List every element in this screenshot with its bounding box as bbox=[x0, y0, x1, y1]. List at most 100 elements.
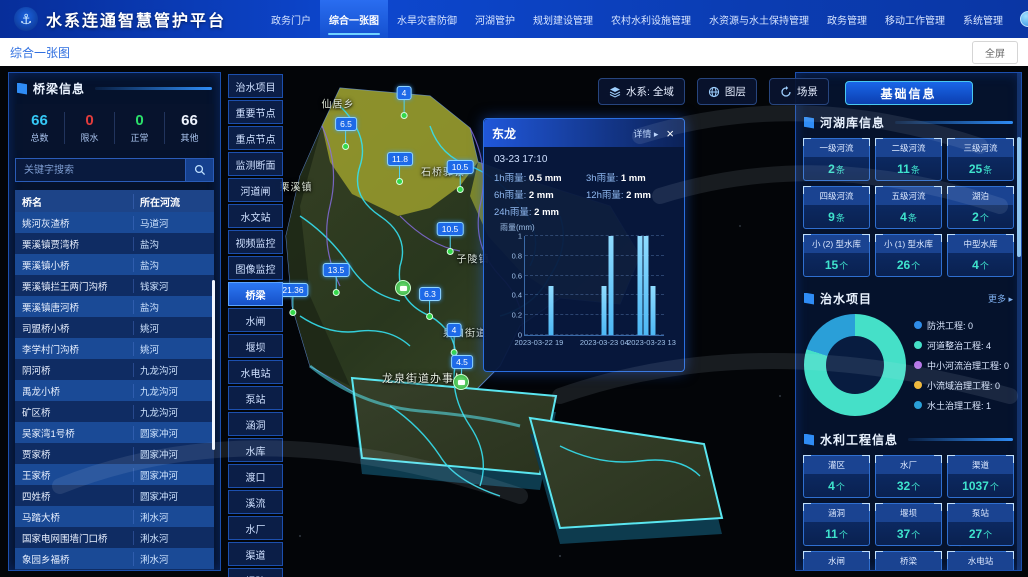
layer-toggle-11[interactable]: 水电站 bbox=[228, 360, 283, 384]
water-level-marker[interactable]: 6.3 bbox=[419, 287, 441, 320]
layer-toggle-18[interactable]: 渠道 bbox=[228, 542, 283, 566]
nav-item-2[interactable]: 水旱灾害防御 bbox=[388, 0, 466, 38]
basic-info-badge[interactable]: 基础信息 bbox=[845, 81, 973, 105]
nav-item-3[interactable]: 河湖管护 bbox=[466, 0, 524, 38]
river-card-四级河流[interactable]: 四级河流9条 bbox=[803, 186, 870, 229]
table-row[interactable]: 吴家湾1号桥圆家冲河 bbox=[15, 422, 214, 443]
facility-card-水闸[interactable]: 水闸47个 bbox=[803, 551, 870, 571]
layer-toggle-10[interactable]: 堰坝 bbox=[228, 334, 283, 358]
projects-more-link[interactable]: 更多 ▸ bbox=[988, 292, 1013, 305]
layer-toggle-5[interactable]: 水文站 bbox=[228, 204, 283, 228]
camera-icon[interactable] bbox=[453, 374, 469, 390]
water-level-marker[interactable]: 4 bbox=[397, 86, 412, 119]
water-level-marker[interactable]: 4 bbox=[447, 323, 462, 356]
layer-toggle-17[interactable]: 水厂 bbox=[228, 516, 283, 540]
table-row[interactable]: 阴河桥九龙沟河 bbox=[15, 359, 214, 380]
popup-detail-link[interactable]: 详情 ▸ bbox=[633, 127, 658, 140]
breadcrumb[interactable]: 综合一张图 bbox=[10, 44, 70, 61]
water-level-marker[interactable]: 6.5 bbox=[335, 117, 357, 150]
panel-scrollbar-thumb[interactable] bbox=[1017, 137, 1021, 257]
water-level-marker[interactable]: 13.5 bbox=[323, 263, 350, 296]
fullscreen-button[interactable]: 全屏 bbox=[972, 41, 1018, 64]
table-row[interactable]: 矿区桥九龙沟河 bbox=[15, 401, 214, 422]
close-icon[interactable]: × bbox=[664, 126, 676, 141]
layer-toggle-9[interactable]: 水闸 bbox=[228, 308, 283, 332]
river-card-五级河流[interactable]: 五级河流4条 bbox=[875, 186, 942, 229]
map-control-0[interactable]: 水系: 全域 bbox=[598, 78, 685, 105]
table-row[interactable]: 国家电网围墙门口桥浰水河 bbox=[15, 527, 214, 548]
facility-card-桥梁[interactable]: 桥梁66个 bbox=[875, 551, 942, 571]
map-control-2[interactable]: 场景 bbox=[769, 78, 829, 105]
facility-card-灌区[interactable]: 灌区4个 bbox=[803, 455, 870, 498]
facility-card-水电站[interactable]: 水电站3个 bbox=[947, 551, 1014, 571]
table-row[interactable]: 司盟桥小桥姚河 bbox=[15, 317, 214, 338]
river-card-二级河流[interactable]: 二级河流11条 bbox=[875, 138, 942, 181]
nav-item-9[interactable]: 系统管理 bbox=[954, 0, 1012, 38]
table-row[interactable]: 禹龙小桥九龙沟河 bbox=[15, 380, 214, 401]
layer-toggle-15[interactable]: 渡口 bbox=[228, 464, 283, 488]
layer-toggle-0[interactable]: 治水项目 bbox=[228, 74, 283, 98]
card-label: 三级河流 bbox=[948, 139, 1013, 157]
facility-card-水厂[interactable]: 水厂32个 bbox=[875, 455, 942, 498]
water-level-marker[interactable]: 10.5 bbox=[447, 160, 474, 193]
table-row[interactable]: 栗溪镇贾湾桥盐沟 bbox=[15, 233, 214, 254]
water-level-marker[interactable]: 11.8 bbox=[387, 152, 413, 185]
layer-toggle-16[interactable]: 溪流 bbox=[228, 490, 283, 514]
water-level-marker[interactable]: 10.5 bbox=[437, 222, 464, 255]
table-row[interactable]: 姚河灰渣桥马道河 bbox=[15, 212, 214, 233]
table-row[interactable]: 象园乡福桥浰水河 bbox=[15, 548, 214, 569]
layer-toggle-8[interactable]: 桥梁 bbox=[228, 282, 283, 306]
facility-card-涵洞[interactable]: 涵洞11个 bbox=[803, 503, 870, 546]
river-card-小 (1) 型水库[interactable]: 小 (1) 型水库26个 bbox=[875, 234, 942, 277]
table-row[interactable]: 李学村门沟桥姚河 bbox=[15, 338, 214, 359]
layer-toggle-1[interactable]: 重要节点 bbox=[228, 100, 283, 124]
rain-value: 2 mm bbox=[529, 190, 554, 201]
layer-toggle-13[interactable]: 涵洞 bbox=[228, 412, 283, 436]
table-row[interactable]: 王家桥圆家冲河 bbox=[15, 464, 214, 485]
search-input[interactable] bbox=[15, 158, 186, 182]
rain-value: 1 mm bbox=[621, 173, 646, 184]
table-row[interactable]: 栗溪镇拦王两门沟桥钱家河 bbox=[15, 275, 214, 296]
panel-scrollbar-track[interactable] bbox=[1017, 73, 1021, 571]
layer-toggle-7[interactable]: 图像监控 bbox=[228, 256, 283, 280]
table-header-row: 桥名所在河流 bbox=[15, 190, 214, 212]
river-card-中型水库[interactable]: 中型水库4个 bbox=[947, 234, 1014, 277]
nav-item-4[interactable]: 规划建设管理 bbox=[524, 0, 602, 38]
marker-pin-line bbox=[293, 297, 294, 309]
facility-card-泵站[interactable]: 泵站27个 bbox=[947, 503, 1014, 546]
facility-card-堰坝[interactable]: 堰坝37个 bbox=[875, 503, 942, 546]
river-card-小 (2) 型水库[interactable]: 小 (2) 型水库15个 bbox=[803, 234, 870, 277]
legend-dot bbox=[914, 361, 922, 369]
river-card-湖泊[interactable]: 湖泊2个 bbox=[947, 186, 1014, 229]
user-menu[interactable]: hlzb42080201 ▾ bbox=[1012, 11, 1028, 27]
search-button[interactable] bbox=[186, 158, 214, 182]
table-row[interactable]: 栗溪镇唐河桥盐沟 bbox=[15, 296, 214, 317]
layer-toggle-2[interactable]: 重点节点 bbox=[228, 126, 283, 150]
table-vertical-scrollbar[interactable] bbox=[212, 280, 215, 450]
table-row[interactable]: 栗溪镇小桥盐沟 bbox=[15, 254, 214, 275]
river-card-一级河流[interactable]: 一级河流2条 bbox=[803, 138, 870, 181]
river-card-三级河流[interactable]: 三级河流25条 bbox=[947, 138, 1014, 181]
card-label: 涵洞 bbox=[804, 504, 869, 522]
nav-item-6[interactable]: 水资源与水土保持管理 bbox=[700, 0, 818, 38]
table-row[interactable]: 撒家5号堤防桥浰水河 bbox=[15, 569, 214, 571]
camera-icon[interactable] bbox=[395, 280, 411, 296]
nav-item-0[interactable]: 政务门户 bbox=[262, 0, 320, 38]
layer-toggle-3[interactable]: 监测断面 bbox=[228, 152, 283, 176]
layer-toggle-12[interactable]: 泵站 bbox=[228, 386, 283, 410]
layer-toggle-4[interactable]: 河道闸 bbox=[228, 178, 283, 202]
nav-item-1[interactable]: 综合一张图 bbox=[320, 0, 388, 38]
facility-card-渠道[interactable]: 渠道1037个 bbox=[947, 455, 1014, 498]
nav-item-7[interactable]: 政务管理 bbox=[818, 0, 876, 38]
table-row[interactable]: 四姓桥圆家冲河 bbox=[15, 485, 214, 506]
legend-dot bbox=[914, 341, 922, 349]
nav-item-8[interactable]: 移动工作管理 bbox=[876, 0, 954, 38]
table-row[interactable]: 马踏大桥浰水河 bbox=[15, 506, 214, 527]
layer-toggle-14[interactable]: 水库 bbox=[228, 438, 283, 462]
layer-toggle-6[interactable]: 视频监控 bbox=[228, 230, 283, 254]
map-control-1[interactable]: 图层 bbox=[697, 78, 757, 105]
table-row[interactable]: 贾家桥圆家冲河 bbox=[15, 443, 214, 464]
layer-toggle-19[interactable]: 堤防 bbox=[228, 568, 283, 577]
nav-item-5[interactable]: 农村水利设施管理 bbox=[602, 0, 700, 38]
card-unit: 个 bbox=[980, 213, 989, 223]
